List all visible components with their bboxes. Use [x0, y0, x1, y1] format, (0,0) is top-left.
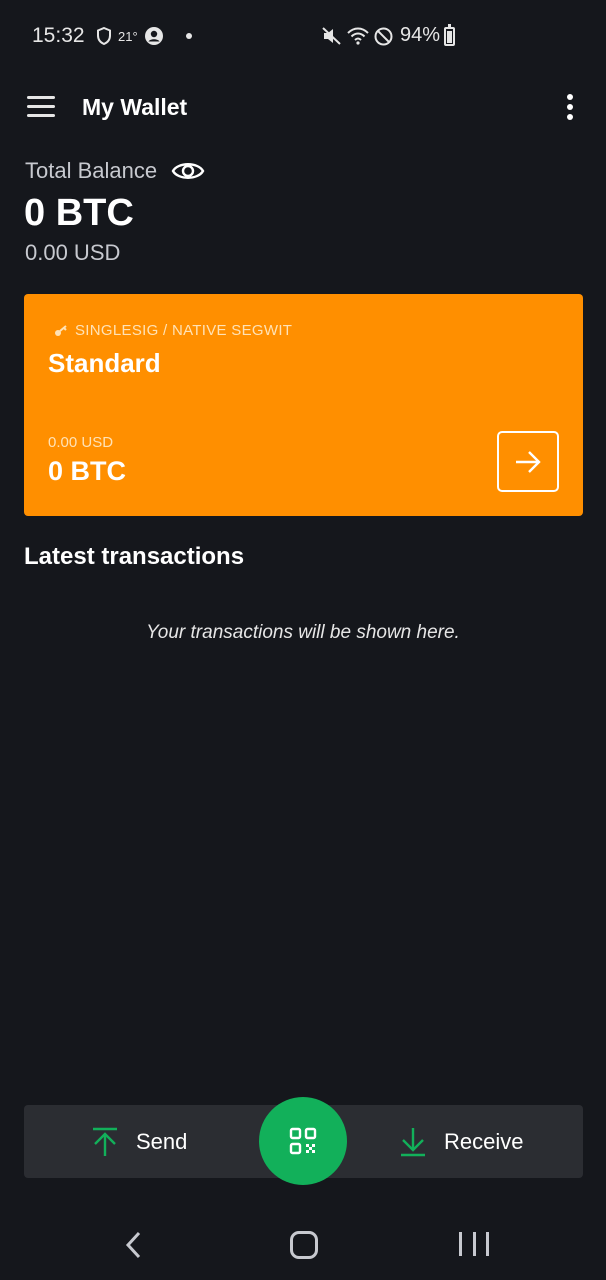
battery-icon [444, 24, 455, 46]
mute-icon [322, 27, 341, 45]
do-not-disturb-icon [374, 27, 393, 46]
key-icon [55, 324, 67, 336]
qr-code-icon [289, 1127, 317, 1155]
wallet-type-row: SINGLESIG / NATIVE SEGWIT [54, 322, 292, 339]
receive-button[interactable]: Receive [398, 1105, 523, 1178]
send-button[interactable]: Send [90, 1105, 187, 1178]
send-label: Send [136, 1128, 188, 1154]
total-balance-usd: 0.00 USD [25, 240, 121, 265]
menu-icon[interactable] [27, 96, 55, 118]
wallet-type-label: SINGLESIG / NATIVE SEGWIT [75, 322, 293, 339]
wallet-balance-btc: 0 BTC [48, 456, 127, 486]
status-bar: 15:32 21° 94% [0, 0, 606, 72]
account-circle-icon [144, 27, 163, 45]
wallet-card[interactable]: SINGLESIG / NATIVE SEGWIT Standard 0.00 … [24, 294, 583, 516]
open-wallet-button[interactable] [497, 431, 559, 492]
back-icon[interactable] [120, 1230, 148, 1260]
scan-qr-button[interactable] [259, 1097, 347, 1185]
eye-icon[interactable] [171, 158, 205, 184]
status-left-icons: 21° [96, 26, 192, 46]
latest-transactions-title: Latest transactions [24, 543, 245, 570]
total-balance-btc: 0 BTC [24, 192, 134, 234]
arrow-right-icon [516, 450, 541, 473]
send-arrow-icon [93, 1127, 117, 1156]
wallet-balance-usd: 0.00 USD [48, 434, 114, 451]
status-time: 15:32 [32, 24, 85, 47]
wallet-name: Standard [48, 348, 161, 378]
page-title: My Wallet [82, 94, 188, 120]
home-icon[interactable] [290, 1231, 318, 1259]
recent-apps-icon[interactable] [459, 1232, 489, 1258]
wifi-icon [347, 27, 369, 45]
notification-dot-icon [185, 33, 192, 39]
system-navigation-bar [0, 1210, 606, 1280]
empty-transactions-message: Your transactions will be shown here. [146, 622, 460, 643]
battery-percentage: 94% [400, 24, 441, 46]
total-balance-label: Total Balance [25, 158, 158, 183]
status-temperature: 21° [118, 28, 138, 44]
receive-arrow-icon [401, 1127, 425, 1156]
total-balance-header: Total Balance [25, 158, 205, 184]
receive-label: Receive [444, 1128, 524, 1154]
shield-icon [97, 27, 111, 45]
more-options-icon[interactable] [562, 94, 578, 120]
